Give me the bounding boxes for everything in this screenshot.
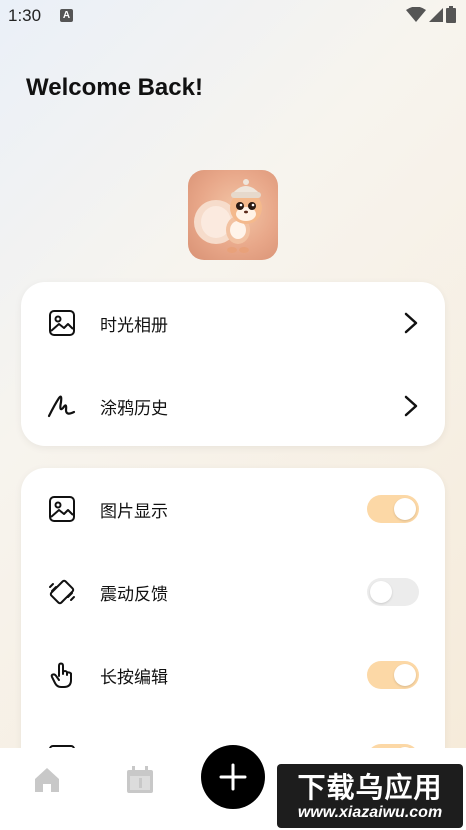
- long-press-edit-toggle[interactable]: [367, 661, 419, 689]
- setting-label: 长按编辑: [100, 667, 168, 688]
- toggle-knob: [394, 498, 416, 520]
- wifi-icon: [406, 6, 426, 22]
- notification-icon: A: [60, 9, 73, 22]
- avatar[interactable]: [188, 170, 278, 260]
- chevron-right-icon: [404, 395, 418, 417]
- home-icon[interactable]: [32, 766, 62, 794]
- add-button[interactable]: [201, 745, 265, 809]
- touch-icon: [47, 660, 77, 690]
- calendar-icon[interactable]: [126, 766, 154, 794]
- image-icon: [47, 494, 77, 524]
- watermark-title: 下载乌应用: [297, 771, 443, 804]
- chevron-right-icon: [404, 312, 418, 334]
- signal-icon: [429, 7, 443, 22]
- status-time: 1:30: [8, 6, 42, 25]
- status-icons: [406, 6, 456, 23]
- page-title: Welcome Back!: [26, 74, 203, 101]
- battery-icon: [446, 6, 456, 23]
- image-icon: [47, 308, 77, 338]
- menu-item-album[interactable]: 时光相册: [21, 288, 445, 358]
- vibration-icon: [47, 577, 77, 607]
- status-bar: 1:30 A: [0, 0, 466, 32]
- setting-label: 图片显示: [100, 501, 168, 522]
- vibration-feedback-toggle[interactable]: [367, 578, 419, 606]
- menu-item-label: 涂鸦历史: [100, 398, 168, 419]
- menu-item-doodle-history[interactable]: 涂鸦历史: [21, 371, 445, 441]
- watermark-url: www.xiazaiwu.com: [297, 804, 443, 821]
- menu-card: 时光相册 涂鸦历史: [21, 282, 445, 446]
- add-icon: [219, 763, 247, 791]
- toggle-knob: [394, 664, 416, 686]
- setting-label: 震动反馈: [100, 584, 168, 605]
- scribble-icon: [47, 391, 77, 421]
- setting-image-display: 图片显示: [21, 474, 445, 544]
- setting-long-press-edit: 长按编辑: [21, 640, 445, 710]
- squirrel-mascot-image: [194, 179, 262, 253]
- setting-vibration-feedback: 震动反馈: [21, 557, 445, 627]
- watermark: 下载乌应用 www.xiazaiwu.com: [277, 764, 463, 828]
- menu-item-label: 时光相册: [100, 315, 168, 336]
- image-display-toggle[interactable]: [367, 495, 419, 523]
- toggle-knob: [370, 581, 392, 603]
